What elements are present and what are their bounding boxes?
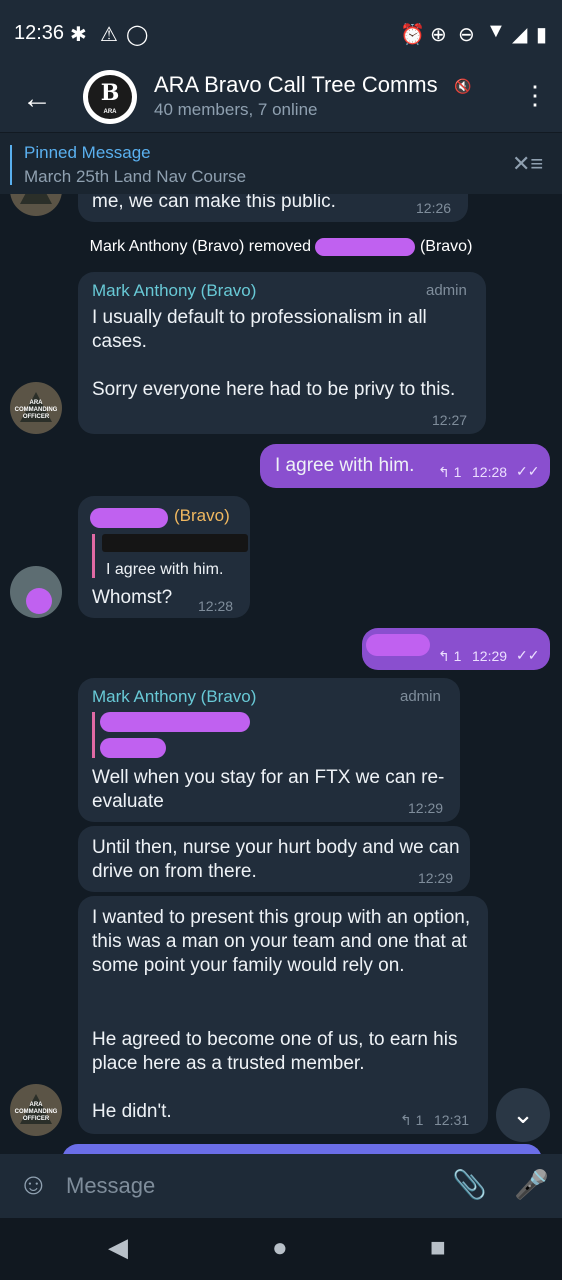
wifi-icon: ▼	[486, 20, 506, 42]
message-text: Well when you stay for an FTX we can re-…	[92, 767, 445, 812]
message-time: 12:29	[418, 870, 454, 886]
service-text: Mark Anthony (Bravo) removed	[89, 238, 312, 256]
quote-bar	[92, 534, 95, 578]
reply-number: 1	[453, 464, 462, 480]
reply-count[interactable]: ↰ 1	[438, 464, 461, 481]
group-avatar[interactable]: B ARA	[83, 70, 137, 124]
reply-number: 1	[453, 648, 462, 664]
sender-avatar[interactable]	[10, 194, 62, 216]
message-text: me, we can make this public.	[92, 194, 336, 212]
sender-avatar[interactable]	[10, 566, 62, 618]
sender-avatar[interactable]: ARA COMMANDING OFFICER	[10, 382, 62, 434]
avatar-letter: B	[100, 80, 120, 106]
message-time: 12:27	[432, 412, 468, 428]
pin-list-icon[interactable]: ✕≡	[512, 151, 543, 177]
message-list[interactable]: me, we can make this public. 12:26 Mark …	[0, 194, 562, 1154]
reply-count[interactable]: ↰ 1	[400, 1112, 423, 1129]
status-bar: 12:36 ✱ ⚠ ◯ ⏰ ⊕ ⊖ ▼ ◢ ▮	[0, 0, 562, 66]
message-text: He agreed to become one of us, to earn h…	[92, 1029, 458, 1074]
read-check-icon: ✓✓	[516, 463, 540, 479]
loading-icon: ◯	[126, 24, 149, 46]
alarm-icon: ⏰	[400, 24, 425, 46]
message-bubble[interactable]: (Bravo) I agree with him. Whomst? 12:28	[78, 496, 250, 618]
service-suffix: (Bravo)	[419, 238, 473, 256]
redacted-name	[90, 508, 168, 528]
admin-badge: admin	[400, 688, 441, 705]
attach-icon[interactable]: 📎	[452, 1168, 487, 1201]
more-menu-icon[interactable]: ⋮	[522, 80, 548, 111]
slack-icon: ✱	[70, 24, 87, 46]
redacted-quote	[100, 712, 250, 732]
message-text: Sorry everyone here had to be privy to t…	[92, 379, 456, 400]
quote-bar	[92, 712, 95, 758]
reply-number: 1	[415, 1112, 424, 1128]
chevron-down-icon: ⌄	[512, 1099, 534, 1129]
message-time: 12:28	[198, 598, 234, 614]
outgoing-message-bubble[interactable]: I agree with him. ↰ 1 12:28 ✓✓	[260, 444, 550, 488]
outgoing-message-bubble[interactable]	[62, 1144, 542, 1154]
message-text: I agree with him.	[275, 455, 415, 476]
avatar-small-text: ARA	[103, 109, 117, 115]
scroll-down-button[interactable]: ⌄	[496, 1088, 550, 1142]
sender-name[interactable]: Mark Anthony (Bravo)	[92, 687, 256, 707]
chat-header: ← B ARA ARA Bravo Call Tree Comms 🔇 40 m…	[0, 66, 562, 132]
back-arrow-icon[interactable]: ←	[22, 82, 52, 116]
pinned-indicator	[10, 145, 12, 185]
message-time: 12:29	[472, 648, 508, 664]
warning-icon: ⚠	[100, 24, 118, 46]
message-time: 12:29	[408, 800, 444, 816]
message-text: I usually default to professionalism in …	[92, 307, 427, 352]
message-text: Until then, nurse your hurt body and we …	[92, 837, 460, 882]
message-time: 12:31	[434, 1112, 470, 1128]
service-message: Mark Anthony (Bravo) removed (Bravo)	[0, 238, 562, 256]
message-bubble[interactable]: me, we can make this public. 12:26	[78, 194, 468, 222]
outgoing-message-bubble[interactable]: ↰ 1 12:29 ✓✓	[362, 628, 550, 670]
message-time: 12:28	[472, 464, 508, 480]
emoji-icon[interactable]: ☺	[18, 1168, 49, 1202]
data-saver-icon: ⊕	[430, 24, 447, 46]
redacted-avatar	[26, 588, 52, 614]
admin-badge: admin	[426, 282, 467, 299]
quoted-text[interactable]: I agree with him.	[106, 558, 223, 582]
pinned-label: Pinned Message	[24, 143, 151, 162]
battery-icon: ▮	[536, 24, 548, 46]
pinned-text: March 25th Land Nav Course	[24, 167, 247, 186]
reply-count[interactable]: ↰ 1	[438, 648, 461, 665]
message-bubble[interactable]: Until then, nurse your hurt body and we …	[78, 826, 470, 892]
avatar-label: ARA COMMANDING OFFICER	[14, 400, 58, 420]
sender-name[interactable]: Mark Anthony (Bravo)	[92, 281, 256, 301]
sender-avatar[interactable]: ARA COMMANDING OFFICER	[10, 1084, 62, 1136]
message-time: 12:26	[416, 200, 452, 216]
message-bubble[interactable]: I wanted to present this group with an o…	[78, 896, 488, 1134]
message-text: He didn't.	[92, 1101, 172, 1122]
avatar-label: ARA COMMANDING OFFICER	[14, 1102, 58, 1122]
microphone-icon[interactable]: 🎤	[514, 1168, 549, 1201]
chat-subtitle: 40 members, 7 online	[154, 100, 318, 119]
message-text: Whomst?	[92, 587, 173, 608]
read-check-icon: ✓✓	[516, 647, 540, 663]
message-bubble[interactable]: Mark Anthony (Bravo) admin I usually def…	[78, 272, 486, 434]
chat-title[interactable]: ARA Bravo Call Tree Comms	[154, 72, 438, 98]
muted-icon: 🔇	[454, 78, 472, 94]
redacted-quote	[100, 738, 166, 758]
message-input[interactable]	[64, 1170, 428, 1202]
dnd-icon: ⊖	[458, 24, 475, 46]
system-nav-bar: ◀ ● ■	[0, 1218, 562, 1280]
redacted-text	[366, 634, 430, 656]
sender-name[interactable]: (Bravo)	[174, 506, 230, 526]
message-bubble[interactable]: Mark Anthony (Bravo) admin Well when you…	[78, 678, 460, 822]
message-text: I wanted to present this group with an o…	[92, 907, 471, 976]
message-input-bar: ☺ 📎 🎤	[0, 1154, 562, 1218]
nav-recents-icon[interactable]: ■	[430, 1232, 446, 1263]
redacted-quote-sender	[102, 534, 248, 552]
status-time: 12:36	[14, 22, 65, 44]
nav-back-icon[interactable]: ◀	[108, 1232, 128, 1263]
signal-icon: ◢	[512, 24, 528, 46]
redacted-name	[315, 238, 416, 256]
nav-home-icon[interactable]: ●	[272, 1232, 288, 1263]
pinned-message-bar[interactable]: Pinned Message March 25th Land Nav Cours…	[0, 132, 562, 195]
